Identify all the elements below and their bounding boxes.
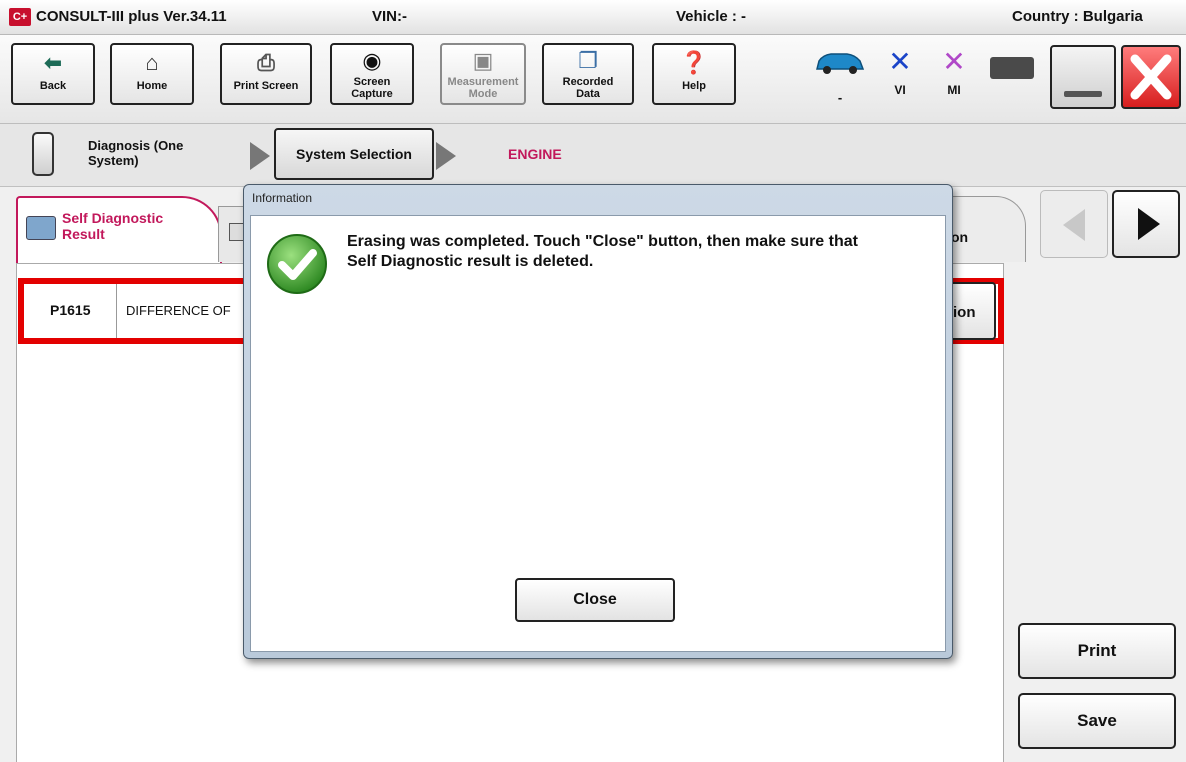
help-label: Help [682,80,706,92]
breadcrumb: Diagnosis (One System) System Selection … [0,124,1186,187]
save-button[interactable]: Save [1018,693,1176,749]
car-status-label: - [837,90,843,105]
mi-label: MI [947,83,961,97]
measurement-mode-label: Measurement Mode [447,76,519,100]
tab-right-label: on [951,229,969,245]
breadcrumb-arrow-icon [436,142,456,170]
breadcrumb-step-engine: ENGINE [508,146,562,162]
home-icon: ⌂ [145,50,159,75]
vi-cross-icon: ✕ [888,46,912,77]
camera-icon: ◉ [362,48,382,73]
screen-capture-button[interactable]: ◉ Screen Capture [330,43,414,105]
print-screen-label: Print Screen [233,80,299,92]
minimize-button[interactable] [1050,45,1116,109]
screen-capture-label: Screen Capture [351,76,393,100]
help-icon: ❓ [680,50,708,75]
title-bar: C+ CONSULT-III plus Ver.34.11 VIN:- Vehi… [0,0,1186,35]
dialog-message: Erasing was completed. Touch "Close" but… [347,233,858,270]
vehicle-status: - [812,49,868,105]
back-label: Back [39,80,67,92]
country-label: Country : Bulgaria [1012,8,1143,25]
tab-prev-button[interactable] [1040,190,1108,258]
app-logo: C+ [9,8,31,26]
measurement-icon: ▣ [472,48,494,73]
vin-label: VIN:- [372,8,407,25]
information-dialog: Information Erasing was completed. Touch… [243,184,953,659]
dtc-divider [116,284,117,338]
home-button[interactable]: ⌂ Home [110,43,194,105]
back-arrow-icon: ⬅ [43,50,63,75]
dtc-icon [26,216,56,240]
dialog-body: Erasing was completed. Touch "Close" but… [250,215,946,652]
toolbar: ⬅ Back ⌂ Home ⎙ Print Screen ◉ Screen Ca… [0,35,1186,124]
app-title: CONSULT-III plus Ver.34.11 [36,8,227,25]
close-window-button[interactable] [1121,45,1181,109]
print-screen-button[interactable]: ⎙ Print Screen [220,43,312,105]
dialog-title: Information [252,191,313,205]
dtc-description: DIFFERENCE OF [126,303,231,318]
recorded-data-button[interactable]: ❐ Recorded Data [542,43,634,105]
car-icon [816,53,865,74]
recorded-data-label: Recorded Data [562,76,614,100]
print-button[interactable]: Print [1018,623,1176,679]
next-arrow-icon [1138,208,1160,240]
battery-icon [990,57,1034,79]
prev-arrow-icon [1063,209,1085,241]
mi-cross-icon: ✕ [942,46,966,77]
handheld-device-icon [32,132,54,176]
help-button[interactable]: ❓ Help [652,43,736,105]
vi-label: VI [894,83,906,97]
vehicle-label: Vehicle : - [676,8,747,25]
printer-icon: ⎙ [257,50,275,75]
back-button[interactable]: ⬅ Back [11,43,95,105]
home-label: Home [136,80,168,92]
recorded-data-icon: ❐ [578,48,598,73]
minimize-icon [1064,91,1102,97]
dtc-code: P1615 [50,302,91,318]
tab-self-diagnostic-label: Self Diagnostic Result [62,210,164,242]
breadcrumb-arrow-icon [250,142,270,170]
success-check-icon [267,234,327,294]
mi-status: ✕ MI [934,46,974,98]
tab-self-diagnostic-result[interactable]: Self Diagnostic Result [16,196,222,264]
dialog-close-button[interactable]: Close [515,578,675,622]
measurement-mode-button[interactable]: ▣ Measurement Mode [440,43,526,105]
close-x-icon [1130,54,1172,100]
breadcrumb-step-diagnosis: Diagnosis (One System) [88,138,184,168]
system-selection-button[interactable]: System Selection [274,128,434,180]
tab-next-button[interactable] [1112,190,1180,258]
vi-status: ✕ VI [880,46,920,98]
